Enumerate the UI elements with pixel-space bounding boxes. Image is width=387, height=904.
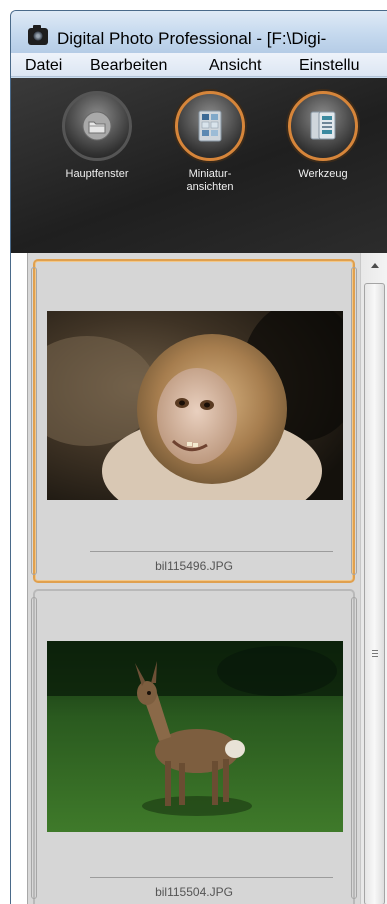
main-window-button[interactable]: Hauptfenster [51,91,143,181]
thumbnail-view-label: Miniatur-ansichten [164,168,256,194]
thumbnail-filename: bil115496.JPG [155,559,233,573]
toolbar: Hauptfenster Miniatur-ansichten Werkzeug [11,78,387,253]
folder-icon [82,111,112,141]
scroll-up-arrow-icon[interactable] [366,257,384,275]
main-window-button-circle[interactable] [62,91,132,161]
window-title: Digital Photo Professional - [F:\Digi- [57,29,327,48]
menu-bar: Datei Bearbeiten Ansicht Einstellu [11,53,387,77]
title-bar[interactable]: Digital Photo Professional - [F:\Digi- [11,11,387,53]
camera-icon[interactable] [28,25,48,45]
card-right-edge [351,597,357,899]
thumbnail-view-button[interactable]: Miniatur-ansichten [164,91,256,194]
menu-bearbeiten[interactable]: Bearbeiten [90,57,167,75]
tool-palette-button-circle[interactable] [288,91,358,161]
thumbnail-view-label-line2: ansichten [186,181,234,193]
thumbnail-filename: bil115504.JPG [155,885,233,899]
thumbnail-view-label-line1: Miniatur- [188,168,232,180]
thumbnail-image-deer[interactable] [47,641,343,832]
thumbnail-card[interactable]: bil115496.JPG [31,259,357,583]
thumbnail-image-monkey[interactable] [47,311,343,500]
card-divider [90,551,333,552]
thumbnail-view-button-circle[interactable] [175,91,245,161]
card-left-edge [31,267,37,575]
app-window: Digital Photo Professional - [F:\Digi- D… [10,10,387,904]
thumbnail-area: bil115496.JPG bil115504.JPG [11,253,387,904]
thumbnail-card[interactable]: bil115504.JPG [31,589,357,904]
tool-palette-icon [310,111,336,140]
thumbnail-list[interactable]: bil115496.JPG bil115504.JPG [27,253,360,904]
main-window-label: Hauptfenster [65,168,129,180]
scrollbar-thumb[interactable] [364,283,385,904]
scrollbar-grip-icon [372,650,378,657]
menu-einstellungen[interactable]: Einstellu [299,57,359,75]
menu-ansicht[interactable]: Ansicht [209,57,261,75]
tool-palette-button[interactable]: Werkzeug [277,91,369,181]
deer-photo [47,641,343,832]
card-left-edge [31,597,37,899]
menu-datei[interactable]: Datei [25,57,62,75]
tool-palette-label: Werkzeug [298,168,348,180]
vertical-scrollbar[interactable] [360,253,387,904]
card-divider [90,877,333,878]
monkey-photo [47,311,343,500]
thumbnail-view-icon [198,110,222,142]
card-right-edge [351,267,357,575]
